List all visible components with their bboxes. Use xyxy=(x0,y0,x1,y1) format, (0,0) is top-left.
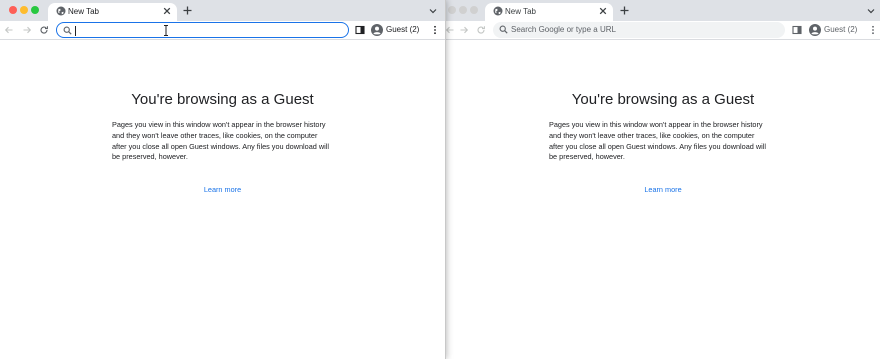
text-cursor-icon xyxy=(164,25,168,36)
arrow-right-icon[interactable] xyxy=(22,25,32,35)
plus-icon[interactable] xyxy=(619,5,630,16)
side-panel-icon[interactable] xyxy=(355,25,365,35)
page-title: You're browsing as a Guest xyxy=(571,91,755,108)
tab-title: New Tab xyxy=(68,7,99,16)
browser-window-right: New Tab Search Google or type a URL Gues… xyxy=(446,0,880,359)
omnibox[interactable] xyxy=(493,22,785,38)
kebab-menu-icon[interactable] xyxy=(430,25,440,35)
guest-description: Pages you view in this window won't appe… xyxy=(549,120,766,162)
toolbar: Guest (2) xyxy=(446,21,880,40)
omnibox[interactable] xyxy=(56,22,349,38)
search-icon xyxy=(499,25,508,34)
reload-icon[interactable] xyxy=(476,25,486,35)
kebab-menu-icon[interactable] xyxy=(868,25,878,35)
avatar-icon xyxy=(809,24,821,36)
window-maximize-button[interactable] xyxy=(31,6,39,14)
plus-icon[interactable] xyxy=(182,5,193,16)
profile-label: Guest (2) xyxy=(824,25,858,34)
arrow-left-icon[interactable] xyxy=(446,25,455,35)
window-close-button[interactable] xyxy=(448,6,456,14)
omnibox-input[interactable] xyxy=(75,24,340,37)
guest-description: Pages you view in this window won't appe… xyxy=(112,120,329,162)
learn-more-link[interactable]: Learn more xyxy=(446,185,880,194)
reload-icon[interactable] xyxy=(39,25,49,35)
tab-title: New Tab xyxy=(505,7,536,16)
tab-new-tab[interactable]: New Tab xyxy=(485,3,613,21)
omnibox-input[interactable] xyxy=(511,23,777,36)
profile-button[interactable]: Guest (2) xyxy=(806,22,864,38)
side-panel-icon[interactable] xyxy=(792,25,802,35)
profile-button[interactable]: Guest (2) xyxy=(368,22,426,38)
avatar-icon xyxy=(371,24,383,36)
globe-icon xyxy=(493,6,503,16)
globe-icon xyxy=(56,6,66,16)
tab-strip: New Tab xyxy=(0,0,445,21)
arrow-left-icon[interactable] xyxy=(4,25,14,35)
chevron-down-icon[interactable] xyxy=(866,6,876,16)
page-title: You're browsing as a Guest xyxy=(131,91,314,108)
arrow-right-icon[interactable] xyxy=(459,25,469,35)
chevron-down-icon[interactable] xyxy=(428,6,438,16)
search-icon xyxy=(63,26,72,35)
window-maximize-button[interactable] xyxy=(470,6,478,14)
profile-label: Guest (2) xyxy=(386,25,420,34)
window-close-button[interactable] xyxy=(9,6,17,14)
window-minimize-button[interactable] xyxy=(459,6,467,14)
close-icon[interactable] xyxy=(162,6,172,16)
tab-strip: New Tab xyxy=(446,0,880,21)
browser-window-left: New Tab Guest (2) You're browsing as a G… xyxy=(0,0,446,359)
toolbar: Guest (2) xyxy=(0,21,445,40)
close-icon[interactable] xyxy=(598,6,608,16)
learn-more-link[interactable]: Learn more xyxy=(0,185,445,194)
window-minimize-button[interactable] xyxy=(20,6,28,14)
tab-new-tab[interactable]: New Tab xyxy=(48,3,177,21)
